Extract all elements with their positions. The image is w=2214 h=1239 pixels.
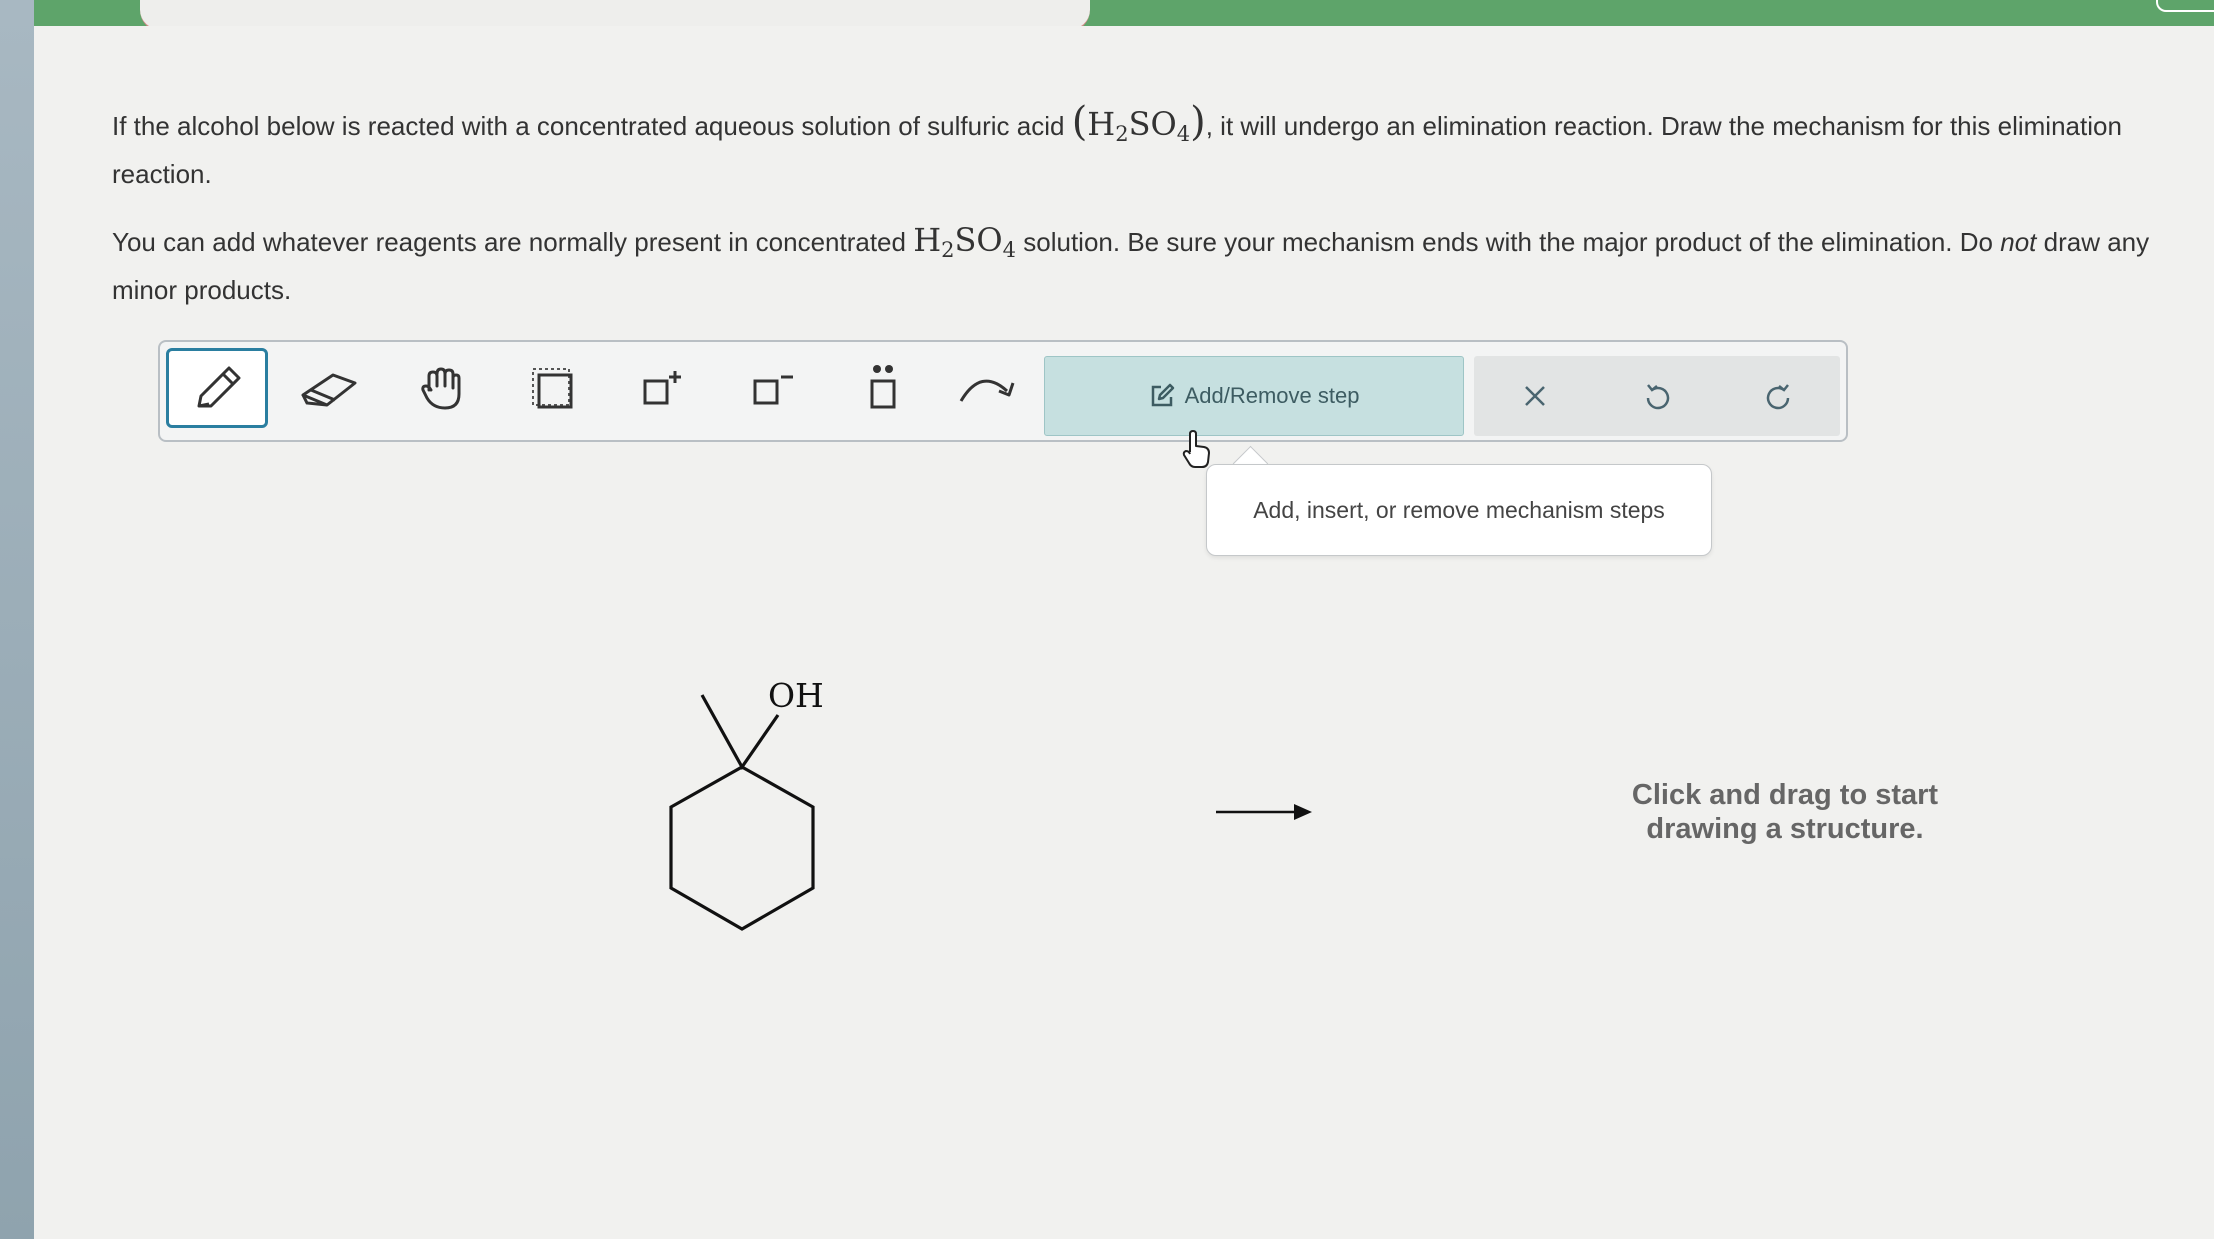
formula-subscript-4: 4 [1176,122,1191,146]
drawing-toolbar: Add/Remove step [158,340,1848,442]
sulfuric-acid-formula: H2SO4 [913,221,1017,262]
reaction-arrow [1216,804,1312,820]
tooltip-text: Add, insert, or remove mechanism steps [1253,496,1665,523]
eraser-icon [301,373,357,407]
question-text-part: Do [1959,227,1993,257]
action-buttons-group [1474,356,1840,436]
left-edge-strip [0,0,34,1239]
canvas-hint-line-2: drawing a structure. [1646,813,1924,845]
redo-button[interactable] [1718,356,1840,436]
pointer-cursor-icon [1182,430,1210,468]
hydroxyl-label: OH [768,676,824,715]
add-remove-step-button[interactable]: Add/Remove step [1044,356,1464,436]
positive-charge-icon [643,371,681,405]
canvas-hint: Click and drag to start drawing a struct… [1540,778,2030,846]
edit-icon [1151,383,1174,407]
formula-so: SO [1128,105,1177,143]
curved-arrow-icon [959,379,1015,402]
formula-subscript-2: 2 [1115,122,1129,146]
question-text-part: You can add whatever reagents are normal… [112,227,906,257]
eraser-tool-button[interactable] [278,348,380,428]
pencil-icon [197,366,241,408]
question-text: If the alcohol below is reacted with a c… [112,98,2192,332]
formula-subscript-4: 4 [1002,238,1017,262]
negative-charge-tool-button[interactable] [722,348,824,428]
formula-so: SO [954,221,1003,259]
formula-subscript-2: 2 [941,238,955,262]
question-paragraph-1: If the alcohol below is reacted with a c… [112,98,2192,198]
curved-arrow-tool-button[interactable] [936,348,1038,428]
lone-pair-icon [870,365,896,409]
clear-button[interactable] [1474,356,1596,436]
hand-tool-button[interactable] [390,348,492,428]
sulfuric-acid-formula: (H2SO4) [1071,99,1206,146]
redo-icon [1766,384,1790,410]
formula-h: H [1087,105,1116,143]
top-right-corner [2156,0,2214,12]
hand-icon [421,367,461,410]
select-box-icon [532,368,573,409]
emphasis-not: not [2000,227,2037,257]
add-step-tooltip: Add, insert, or remove mechanism steps [1206,464,1712,556]
lone-pair-tool-button[interactable] [832,348,934,428]
undo-button[interactable] [1596,356,1718,436]
question-paragraph-2: You can add whatever reagents are normal… [112,216,2192,314]
positive-charge-tool-button[interactable] [612,348,714,428]
undo-icon [1646,384,1670,410]
negative-charge-icon [753,375,793,405]
formula-h: H [913,221,942,259]
add-remove-step-label: Add/Remove step [1184,383,1360,408]
pencil-tool-button[interactable] [166,348,268,428]
select-box-tool-button[interactable] [502,348,604,428]
question-text-part: If the alcohol below is reacted with a c… [112,111,1065,141]
canvas-hint-line-1: Click and drag to start [1631,779,1939,811]
clear-icon [1525,386,1545,406]
question-text-part: solution. Be sure your mechanism ends wi… [1023,227,1953,257]
